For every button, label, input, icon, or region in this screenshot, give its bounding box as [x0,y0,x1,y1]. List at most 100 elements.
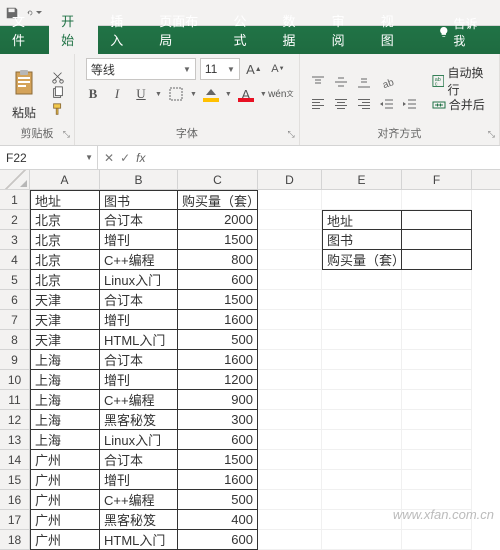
cell[interactable]: 600 [178,430,258,450]
tab-view[interactable]: 视图 [369,6,418,54]
cell[interactable]: C++编程 [100,490,178,510]
font-size-select[interactable]: 11▼ [200,58,240,80]
row-header[interactable]: 8 [0,330,30,350]
phonetic-guide-icon[interactable]: wén文 [271,84,291,104]
cell[interactable]: 北京 [30,210,100,230]
cell[interactable]: 广州 [30,490,100,510]
select-all-button[interactable] [0,170,30,189]
cell[interactable]: Linux入门 [100,270,178,290]
cell[interactable]: 广州 [30,450,100,470]
cell[interactable] [402,310,472,330]
row-header[interactable]: 10 [0,370,30,390]
chevron-down-icon[interactable]: ▼ [190,91,197,98]
cell[interactable]: 1600 [178,310,258,330]
row-header[interactable]: 1 [0,190,30,210]
cell[interactable]: 黑客秘笈 [100,510,178,530]
align-right-icon[interactable] [354,95,374,113]
cell[interactable]: 上海 [30,350,100,370]
cell[interactable] [322,510,402,530]
align-top-icon[interactable] [308,73,328,91]
row-header[interactable]: 14 [0,450,30,470]
cell[interactable] [402,230,472,250]
cell[interactable]: 北京 [30,230,100,250]
tab-review[interactable]: 审阅 [320,6,369,54]
cell[interactable]: 2000 [178,210,258,230]
row-header[interactable]: 6 [0,290,30,310]
cell[interactable]: 黑客秘笈 [100,410,178,430]
decrease-font-icon[interactable]: A▼ [268,59,288,79]
cell[interactable]: 北京 [30,270,100,290]
cell[interactable]: 上海 [30,410,100,430]
cell[interactable]: 增刊 [100,370,178,390]
cell[interactable] [258,330,322,350]
copy-icon[interactable] [50,86,66,100]
cell[interactable]: 600 [178,530,258,550]
cell[interactable]: 天津 [30,290,100,310]
cell[interactable] [258,310,322,330]
cell[interactable]: 1200 [178,370,258,390]
cell[interactable]: 图书 [100,190,178,210]
cell[interactable]: 增刊 [100,230,178,250]
cell[interactable] [402,430,472,450]
cell[interactable]: 1600 [178,350,258,370]
cell[interactable] [258,390,322,410]
row-header[interactable]: 18 [0,530,30,550]
cell[interactable] [258,430,322,450]
increase-font-icon[interactable]: A▲ [244,59,264,79]
chevron-down-icon[interactable]: ▼ [225,91,232,98]
row-header[interactable]: 12 [0,410,30,430]
cell[interactable] [402,450,472,470]
merge-center-button[interactable]: 合并后 [432,95,491,115]
cell[interactable]: 300 [178,410,258,430]
cell[interactable]: Linux入门 [100,430,178,450]
cell[interactable] [402,410,472,430]
row-header[interactable]: 4 [0,250,30,270]
enter-formula-icon[interactable]: ✓ [120,151,130,165]
cell[interactable] [258,230,322,250]
cell[interactable]: 增刊 [100,470,178,490]
increase-indent-icon[interactable] [400,95,420,113]
cell[interactable] [402,190,472,210]
cell[interactable]: 上海 [30,370,100,390]
format-painter-icon[interactable] [50,102,66,116]
cell[interactable] [402,330,472,350]
worksheet-grid[interactable]: ABCDEF 1地址图书购买量（套）2北京合订本2000地址3北京增刊1500图… [0,170,500,550]
row-header[interactable]: 2 [0,210,30,230]
cell[interactable] [322,330,402,350]
align-left-icon[interactable] [308,95,328,113]
row-header[interactable]: 16 [0,490,30,510]
dialog-launcher-icon[interactable]: ⤡ [288,127,295,141]
column-header[interactable]: E [322,170,402,189]
row-header[interactable]: 3 [0,230,30,250]
cell[interactable] [258,370,322,390]
row-header[interactable]: 5 [0,270,30,290]
row-header[interactable]: 17 [0,510,30,530]
orientation-icon[interactable]: ab [377,73,397,91]
cell[interactable] [258,470,322,490]
cell[interactable]: 800 [178,250,258,270]
cell[interactable] [322,190,402,210]
cell[interactable] [402,210,472,230]
cell[interactable]: 购买量（套） [322,250,402,270]
cell[interactable] [322,430,402,450]
chevron-down-icon[interactable]: ▼ [155,91,162,98]
cell[interactable]: 上海 [30,430,100,450]
bold-button[interactable]: B [83,84,103,104]
cancel-formula-icon[interactable]: ✕ [104,151,114,165]
cell[interactable] [322,450,402,470]
cell[interactable]: 500 [178,330,258,350]
cell[interactable] [402,350,472,370]
decrease-indent-icon[interactable] [377,95,397,113]
cell[interactable]: 500 [178,490,258,510]
cell[interactable]: 广州 [30,530,100,550]
cell[interactable] [402,390,472,410]
cell[interactable] [322,270,402,290]
fill-color-button[interactable] [201,84,221,104]
tab-page-layout[interactable]: 页面布局 [147,6,221,54]
row-header[interactable]: 7 [0,310,30,330]
cell[interactable] [402,370,472,390]
cell[interactable] [322,490,402,510]
cell[interactable]: 购买量（套） [178,190,258,210]
font-name-select[interactable]: 等线▼ [86,58,196,80]
cell[interactable] [258,350,322,370]
